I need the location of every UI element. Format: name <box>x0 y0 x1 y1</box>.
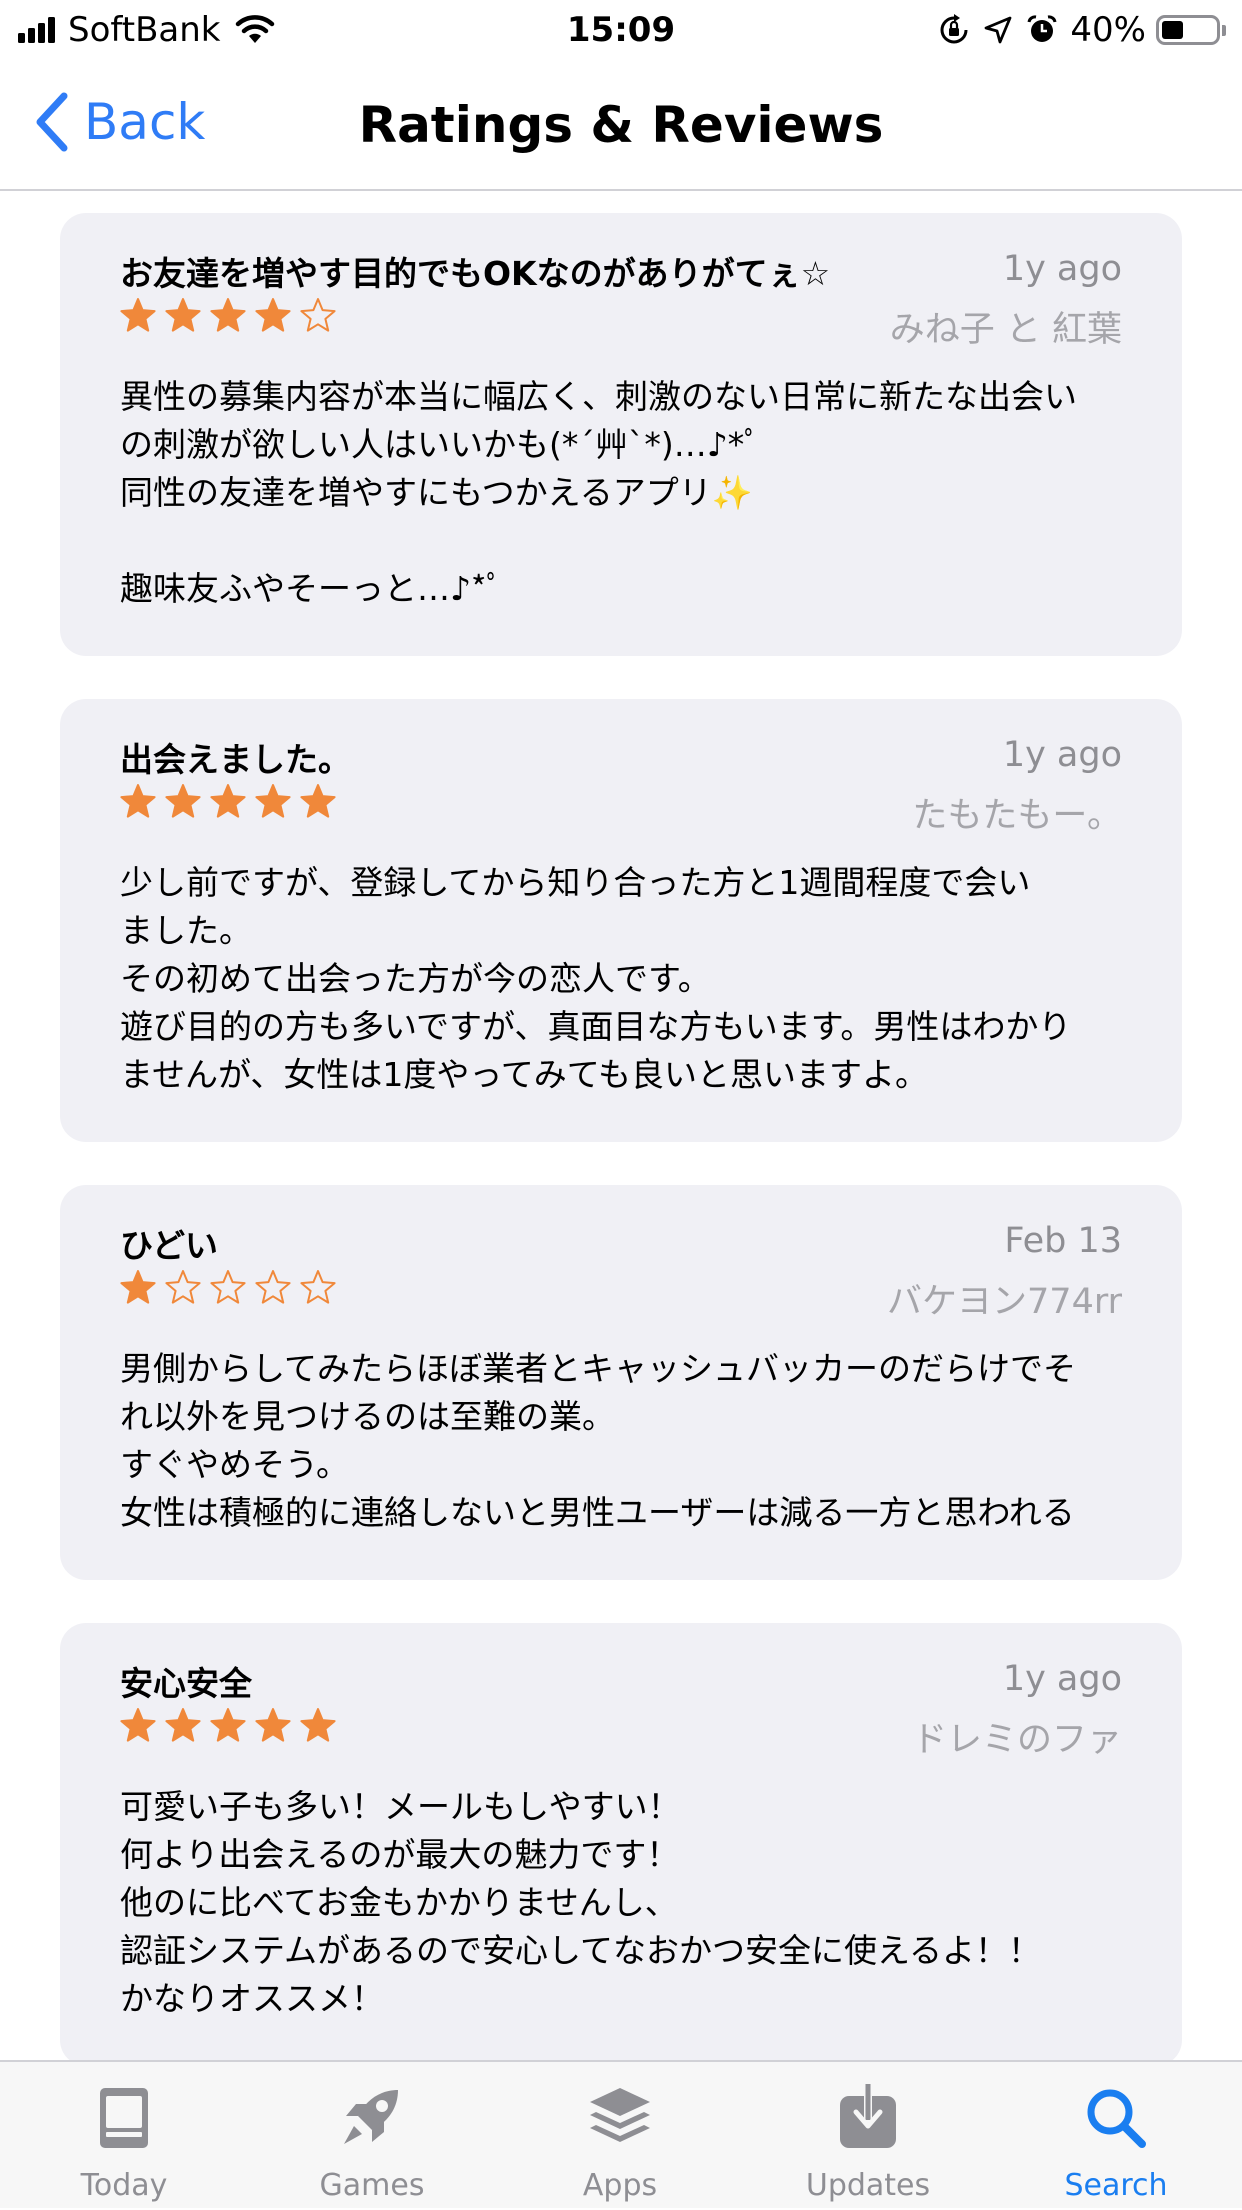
review-body: 男側からしてみたらほぼ業者とキャッシュバッカーのだらけでそ れ以外を見つけるのは… <box>120 1349 1077 1532</box>
tab-bar: Today Games Apps Updates Search <box>0 2060 1242 2208</box>
star-filled-icon <box>120 1708 156 1742</box>
review-author: バケヨン774rr <box>887 1282 1122 1322</box>
tab-label: Updates <box>805 2168 931 2203</box>
star-filled-icon <box>255 1708 291 1742</box>
star-filled-icon <box>165 298 201 332</box>
review-body: 可愛い子も多い！メールもしやすい！ 何より出会えるのが最大の魅力です！ 他のに比… <box>120 1787 1042 2018</box>
battery-icon <box>1156 15 1220 45</box>
star-rating <box>120 1269 345 1305</box>
review-card[interactable]: お友達を増やす目的でもOKなのがありがてぇ☆ 1y ago みね子 と 紅葉 異… <box>60 213 1182 656</box>
star-filled-icon <box>120 784 156 818</box>
star-filled-icon <box>165 784 201 818</box>
tab-updates[interactable]: Updates <box>768 2062 968 2210</box>
review-date: Feb 13 <box>1004 1221 1122 1261</box>
star-filled-icon <box>210 1708 246 1742</box>
alarm-icon <box>1026 14 1058 46</box>
review-title: 安心安全 <box>120 1664 252 1703</box>
star-filled-icon <box>210 298 246 332</box>
review-title: ひどい <box>120 1226 219 1265</box>
tab-label: Apps <box>582 2168 658 2203</box>
star-rating <box>120 1707 345 1743</box>
review-body: 異性の募集内容が本当に幅広く、刺激のない日常に新たな出会い の刺激が欲しい人はい… <box>120 377 1077 608</box>
review-date: 1y ago <box>1002 735 1122 775</box>
star-filled-icon <box>300 1708 336 1742</box>
star-empty-icon <box>165 1270 201 1304</box>
star-empty-icon <box>210 1270 246 1304</box>
review-body: 少し前ですが、登録してから知り合った方と1週間程度で会い ました。 その初めて出… <box>120 863 1072 1094</box>
review-author: たもたもー。 <box>912 796 1122 836</box>
battery-cap <box>1222 24 1226 36</box>
battery-level-fill <box>1162 21 1183 39</box>
review-author: みね子 と 紅葉 <box>889 310 1122 350</box>
star-filled-icon <box>255 784 291 818</box>
tab-label: Today <box>80 2168 168 2203</box>
star-empty-icon <box>300 1270 336 1304</box>
star-empty-icon <box>255 1270 291 1304</box>
review-title: 出会えました。 <box>120 740 351 779</box>
star-filled-icon <box>210 784 246 818</box>
star-filled-icon <box>120 298 156 332</box>
review-card[interactable]: 出会えました。 1y ago たもたもー。 少し前ですが、登録してから知り合った… <box>60 699 1182 1142</box>
navigation-bar: Back Ratings & Reviews <box>0 62 1242 191</box>
tab-apps[interactable]: Apps <box>520 2062 720 2210</box>
tab-games[interactable]: Games <box>272 2062 472 2210</box>
star-filled-icon <box>120 1270 156 1304</box>
star-filled-icon <box>165 1708 201 1742</box>
star-rating <box>120 783 345 819</box>
rocket-icon <box>344 2090 398 2144</box>
battery-percentage: 40% <box>1070 10 1146 50</box>
download-icon <box>840 2084 896 2148</box>
status-bar: SoftBank 15:09 40% <box>0 0 1242 62</box>
review-date: 1y ago <box>1002 1659 1122 1699</box>
tab-search[interactable]: Search <box>1016 2062 1216 2210</box>
tab-label: Search <box>1064 2168 1168 2203</box>
orientation-lock-icon <box>938 14 970 46</box>
star-empty-icon <box>300 298 336 332</box>
star-rating <box>120 297 345 333</box>
status-time: 15:09 <box>566 10 676 50</box>
star-filled-icon <box>255 298 291 332</box>
tab-today[interactable]: Today <box>24 2062 224 2210</box>
star-filled-icon <box>300 784 336 818</box>
page-title: Ratings & Reviews <box>358 96 884 154</box>
review-card[interactable]: ひどい Feb 13 バケヨン774rr 男側からしてみたらほぼ業者とキャッシュ… <box>60 1185 1182 1580</box>
location-arrow-icon <box>984 16 1012 44</box>
today-icon <box>100 2088 148 2148</box>
review-title: お友達を増やす目的でもOKなのがありがてぇ☆ <box>120 254 831 293</box>
layers-icon <box>590 2088 650 2142</box>
search-icon <box>1087 2089 1146 2148</box>
review-author: ドレミのファ <box>911 1720 1122 1760</box>
tab-label: Games <box>319 2168 425 2203</box>
review-date: 1y ago <box>1002 249 1122 289</box>
review-card[interactable]: 安心安全 1y ago ドレミのファ 可愛い子も多い！メールもしやすい！ 何より… <box>60 1623 1182 2066</box>
